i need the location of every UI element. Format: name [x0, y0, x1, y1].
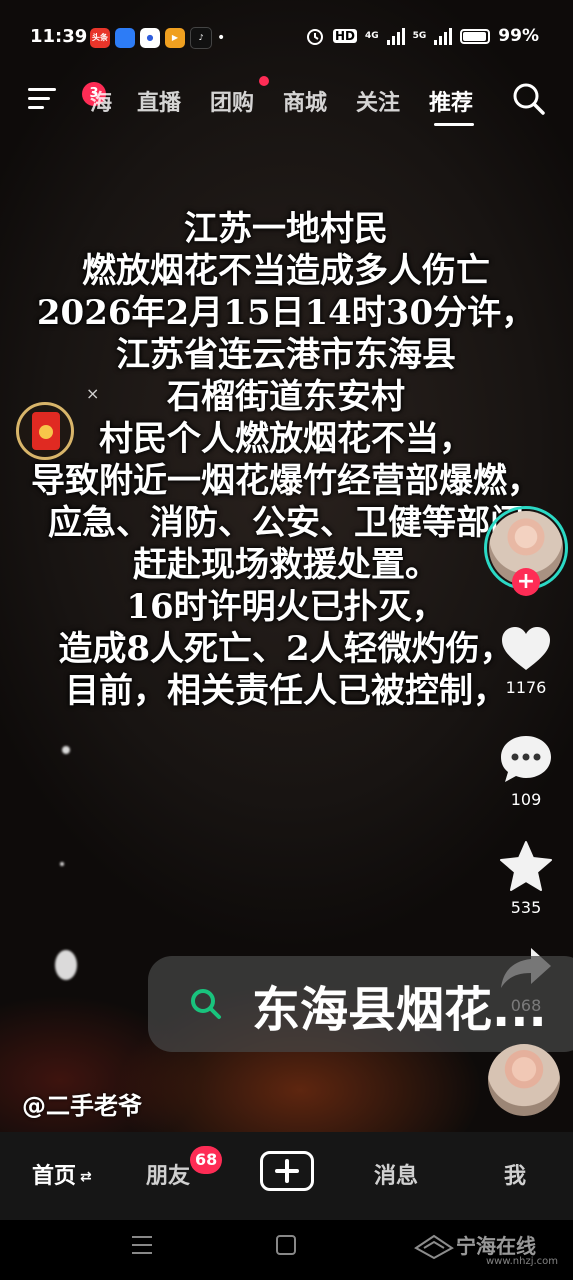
create-post-button[interactable]	[260, 1151, 314, 1191]
star-icon	[500, 841, 552, 891]
tab-following[interactable]: 关注	[356, 85, 400, 117]
system-navigation: 宁海在线 www.nhzj.com	[0, 1220, 573, 1280]
baidu-icon: ●	[140, 28, 160, 48]
recent-apps-button[interactable]	[132, 1236, 152, 1260]
network-5g-label: 5G	[412, 31, 427, 41]
refresh-icon: ⇄	[80, 1169, 92, 1185]
nav-me[interactable]: 我	[504, 1158, 526, 1190]
watermark-url: www.nhzj.com	[486, 1256, 559, 1267]
network-4g-label: 4G	[364, 31, 379, 41]
hd-icon: HD	[332, 29, 357, 43]
follow-button[interactable]: +	[512, 568, 540, 596]
tab-notification-dot	[259, 76, 269, 86]
alarm-icon	[306, 29, 323, 45]
notification-icons: 头条 ● ▶ ♪ •	[90, 27, 225, 49]
nav-friends[interactable]: 朋友	[146, 1158, 190, 1190]
watermark-logo-icon	[414, 1234, 454, 1260]
tab-recommend[interactable]: 推荐	[429, 85, 473, 117]
overlay-line: 2026年2月15日14时30分许，	[36, 293, 536, 333]
clock: 11:39	[30, 26, 88, 47]
search-icon	[191, 989, 221, 1019]
friends-badge: 68	[190, 1146, 223, 1174]
system-icons: HD 4G 5G 99%	[305, 26, 539, 46]
overlay-line: 造成8人死亡、2人轻微灼伤，	[58, 629, 514, 669]
active-tab-indicator	[434, 123, 474, 126]
battery-percent: 99%	[498, 26, 539, 46]
video-caption-overlay: 江苏一地村民 燃放烟花不当造成多人伤亡 2026年2月15日14时30分许， 江…	[0, 208, 573, 712]
toutiao-icon: 头条	[90, 28, 110, 48]
overlay-line: 导致附近一烟花爆竹经营部爆燃，	[31, 461, 541, 501]
heart-icon	[502, 627, 550, 670]
spark	[60, 862, 64, 866]
nav-messages[interactable]: 消息	[374, 1158, 418, 1190]
tiktok-icon: ♪	[190, 27, 212, 49]
more-notifications-dot: •	[217, 30, 226, 46]
red-envelope-button[interactable]	[16, 402, 74, 460]
comment-button[interactable]: 109	[490, 734, 562, 809]
signal-icon	[386, 27, 405, 45]
top-navigation: 3 海 直播 团购 商城 关注 推荐	[0, 76, 573, 126]
watermark: 宁海在线 www.nhzj.com	[412, 1226, 562, 1276]
comment-count: 109	[510, 790, 542, 809]
signal-icon	[434, 27, 453, 45]
overlay-line: 目前，相关责任人已被控制，	[65, 671, 507, 711]
overlay-line: 燃放烟花不当造成多人伤亡	[82, 251, 490, 291]
menu-icon[interactable]: 3	[28, 82, 106, 112]
favorite-count: 535	[510, 898, 542, 917]
creator-avatar[interactable]: +	[484, 506, 568, 596]
tab-live[interactable]: 直播	[137, 85, 181, 117]
bottom-navigation: 首页 ⇄ 朋友 68 消息 我	[0, 1132, 573, 1220]
spark	[62, 746, 70, 754]
redpack-close-icon[interactable]: ×	[86, 384, 99, 403]
red-envelope-icon	[32, 412, 60, 450]
comment-icon	[501, 736, 551, 782]
like-button[interactable]: 1176	[490, 626, 562, 697]
overlay-line: 村民个人燃放烟花不当，	[99, 419, 473, 459]
search-suggestion-text: 东海县烟花...	[252, 982, 547, 1038]
battery-icon	[460, 28, 491, 44]
search-icon[interactable]	[512, 82, 546, 116]
like-count: 1176	[505, 678, 547, 697]
favorite-button[interactable]: 535	[490, 840, 562, 917]
tab-mall[interactable]: 商城	[283, 85, 327, 117]
coin-icon	[39, 425, 53, 439]
spark	[55, 950, 77, 980]
browser-icon	[115, 28, 135, 48]
watermark-title: 宁海在线	[456, 1234, 536, 1258]
status-bar: 11:39 头条 ● ▶ ♪ • HD 4G 5G 99%	[0, 0, 573, 76]
author-handle[interactable]: @二手老爷	[22, 1086, 142, 1121]
tab-group-buy[interactable]: 团购	[210, 85, 254, 117]
nav-home[interactable]: 首页 ⇄	[32, 1158, 92, 1190]
overlay-line: 江苏省连云港市东海县	[116, 335, 456, 375]
music-disc-avatar[interactable]	[488, 1044, 560, 1116]
nav-home-label: 首页	[32, 1164, 77, 1189]
home-button[interactable]	[276, 1235, 296, 1255]
tab-city[interactable]: 海	[90, 85, 112, 117]
search-suggestion-bar[interactable]: 东海县烟花...	[148, 956, 573, 1052]
overlay-line: 16时许明火已扑灭，	[126, 587, 446, 627]
video-app-icon: ▶	[165, 28, 185, 48]
overlay-line: 江苏一地村民	[184, 209, 388, 249]
